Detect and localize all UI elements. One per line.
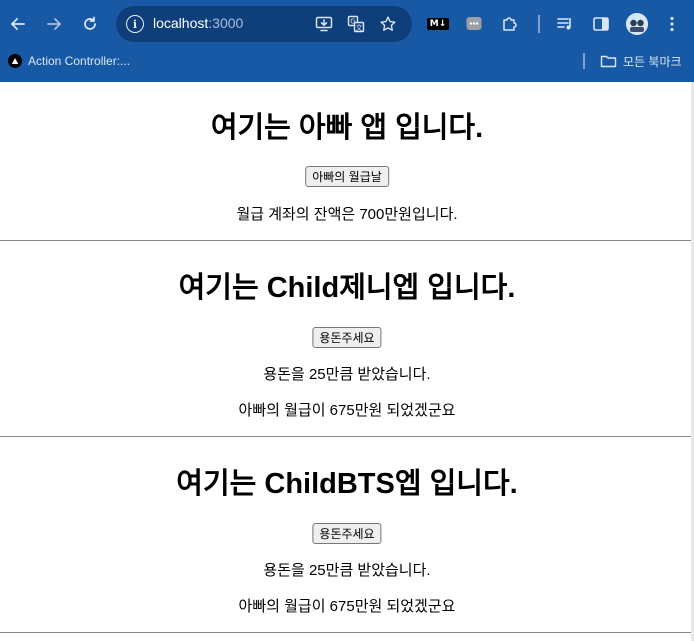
dad-app-title: 여기는 아빠 앱 입니다. bbox=[210, 112, 484, 144]
bts-dad-salary-text: 아빠의 월급이 675만원 되었겠군요 bbox=[238, 598, 456, 615]
page-viewport: 여기는 아빠 앱 입니다. 아빠의 월급날 월급 계좌의 잔액은 700만원입니… bbox=[0, 82, 694, 641]
address-bar[interactable]: i localhost:3000 文G bbox=[116, 6, 412, 42]
reading-list-icon[interactable] bbox=[553, 12, 577, 36]
menu-kebab-icon[interactable] bbox=[660, 12, 684, 36]
back-arrow-icon[interactable] bbox=[6, 12, 30, 36]
site-info-icon[interactable]: i bbox=[126, 15, 144, 33]
translate-icon[interactable]: 文G bbox=[346, 14, 366, 34]
all-bookmarks-folder[interactable]: 모든 북마크 bbox=[600, 52, 682, 70]
folder-icon bbox=[600, 55, 617, 68]
child-jenny-title: 여기는 Child제니엡 입니다. bbox=[178, 272, 516, 304]
browser-toolbar: i localhost:3000 文G M↓ bbox=[0, 0, 694, 48]
bookmark-label: Action Controller:... bbox=[28, 54, 131, 68]
jenny-dad-salary-text: 아빠의 월급이 675만원 되었겠군요 bbox=[238, 402, 456, 419]
all-bookmarks-label: 모든 북마크 bbox=[623, 54, 682, 69]
section-divider bbox=[0, 632, 694, 633]
reload-icon[interactable] bbox=[78, 12, 102, 36]
url-host: localhost bbox=[153, 15, 209, 31]
dad-balance-text: 월급 계좌의 잔액은 700만원입니다. bbox=[236, 206, 458, 223]
url-port: :3000 bbox=[208, 15, 244, 31]
child-bts-title: 여기는 ChildBTS엡 입니다. bbox=[176, 468, 518, 500]
install-app-icon[interactable] bbox=[314, 14, 334, 34]
bts-allowance-button[interactable]: 용돈주세요 bbox=[312, 523, 382, 544]
profile-avatar[interactable] bbox=[626, 13, 648, 35]
bts-received-text: 용돈을 25만큼 받았습니다. bbox=[263, 562, 431, 579]
forward-arrow-icon[interactable] bbox=[42, 12, 66, 36]
bookmarks-bar: Action Controller:... 모든 북마크 bbox=[0, 48, 694, 74]
chat-extension-icon[interactable] bbox=[462, 12, 486, 36]
dad-payday-button[interactable]: 아빠의 월급날 bbox=[305, 166, 389, 187]
child-bts-section: 여기는 ChildBTS엡 입니다. 용돈주세요 용돈을 25만큼 받았습니다.… bbox=[0, 437, 694, 632]
triangle-favicon-icon bbox=[8, 54, 22, 68]
extensions-puzzle-icon[interactable] bbox=[498, 12, 522, 36]
jenny-allowance-button[interactable]: 용돈주세요 bbox=[312, 327, 382, 348]
markdown-extension-icon[interactable]: M↓ bbox=[426, 12, 450, 36]
svg-text:文: 文 bbox=[356, 23, 363, 32]
star-icon[interactable] bbox=[378, 14, 398, 34]
toolbar-separator bbox=[538, 15, 540, 33]
url-text[interactable]: localhost:3000 bbox=[153, 15, 243, 31]
bookmarks-separator bbox=[583, 53, 585, 69]
svg-text:G: G bbox=[350, 18, 355, 26]
child-jenny-section: 여기는 Child제니엡 입니다. 용돈주세요 용돈을 25만큼 받았습니다. … bbox=[0, 241, 694, 436]
side-panel-icon[interactable] bbox=[589, 12, 613, 36]
bookmark-action-controller[interactable]: Action Controller:... bbox=[8, 52, 130, 70]
dad-app-section: 여기는 아빠 앱 입니다. 아빠의 월급날 월급 계좌의 잔액은 700만원입니… bbox=[0, 82, 694, 240]
jenny-received-text: 용돈을 25만큼 받았습니다. bbox=[263, 366, 431, 383]
browser-chrome: i localhost:3000 文G M↓ Action Controller… bbox=[0, 0, 694, 82]
